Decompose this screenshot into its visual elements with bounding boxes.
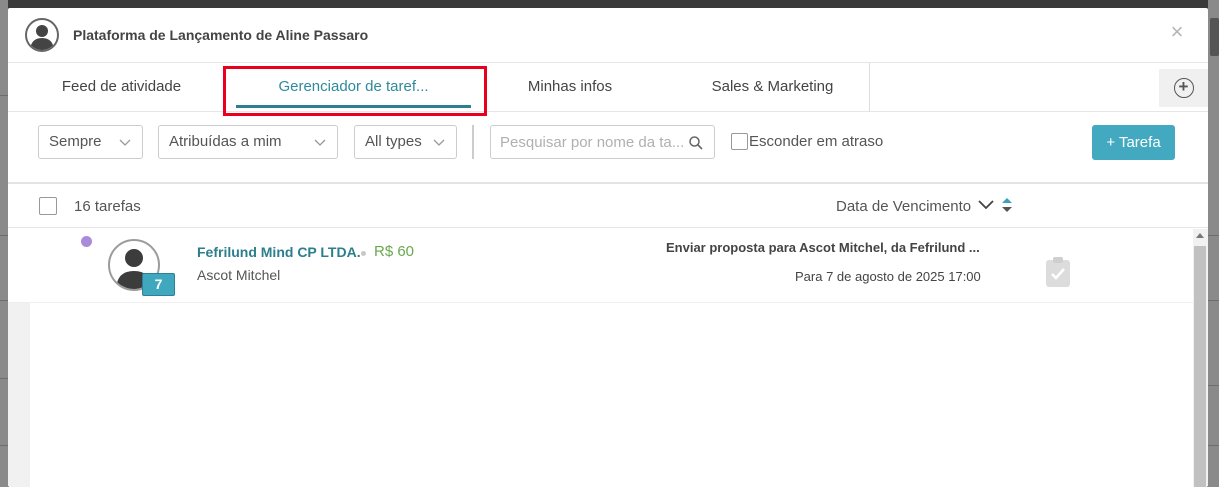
due-date: Para 7 de agosto de 2025 17:00 [795, 269, 981, 284]
search-input[interactable] [500, 126, 685, 158]
assignee-select[interactable]: Atribuídas a mim [158, 125, 338, 159]
tab-my-info[interactable]: Minhas infos [497, 63, 643, 112]
hide-overdue-label: Esconder em atraso [749, 133, 884, 150]
sort-arrows-icon[interactable] [1001, 196, 1013, 214]
tab-sales-marketing[interactable]: Sales & Marketing [689, 63, 856, 112]
tab-label: Minhas infos [527, 78, 613, 95]
tab-bar: Feed de atividade Gerenciador de taref..… [8, 62, 1208, 112]
scroll-up-icon[interactable] [1196, 233, 1204, 238]
period-value: Sempre [49, 133, 102, 150]
chevron-down-icon [119, 139, 131, 146]
tab-label: Gerenciador de taref... [278, 78, 429, 95]
user-avatar-icon [25, 18, 59, 52]
status-dot [81, 236, 92, 247]
tab-label: Feed de atividade [61, 78, 182, 95]
close-icon[interactable]: × [1167, 21, 1187, 43]
type-value: All types [365, 133, 422, 150]
select-all-checkbox[interactable] [39, 197, 57, 215]
deal-value: R$ 60 [374, 243, 415, 260]
task-count-badge: 7 [142, 273, 175, 296]
scrollbar-thumb[interactable] [1194, 246, 1206, 487]
list-gutter [8, 303, 30, 487]
active-tab-indicator [236, 105, 471, 108]
type-select[interactable]: All types [354, 125, 457, 159]
tab-divider [869, 63, 870, 112]
tab-activity-feed[interactable]: Feed de atividade [35, 63, 208, 112]
add-task-button[interactable]: + Tarefa [1092, 125, 1175, 160]
list-scrollbar[interactable] [1193, 229, 1208, 487]
clipboard-check-icon[interactable] [1045, 256, 1071, 288]
background-page-left [0, 0, 8, 487]
hide-overdue-toggle[interactable]: Esconder em atraso [731, 133, 883, 150]
launchpad-modal: Plataforma de Lançamento de Aline Passar… [8, 8, 1208, 487]
background-page-right [1208, 0, 1219, 487]
task-row[interactable]: 7 Fefrilund Mind CP LTDA. R$ 60 Ascot Mi… [8, 229, 1193, 303]
chevron-down-icon [433, 139, 445, 146]
modal-header: Plataforma de Lançamento de Aline Passar… [8, 8, 1208, 62]
tab-task-manager[interactable]: Gerenciador de taref... [236, 63, 471, 112]
background-overlay-top [8, 0, 1208, 8]
modal-title: Plataforma de Lançamento de Aline Passar… [73, 27, 369, 43]
toolbar-divider [472, 125, 474, 159]
task-count: 16 tarefas [74, 198, 141, 215]
plus-icon: + [1173, 78, 1194, 98]
task-list-header: 16 tarefas Data de Vencimento [8, 184, 1208, 228]
period-select[interactable]: Sempre [38, 125, 143, 159]
contact-name[interactable]: Ascot Mitchel [197, 267, 280, 283]
chevron-down-icon [314, 139, 326, 146]
sort-label[interactable]: Data de Vencimento [836, 198, 971, 215]
task-title[interactable]: Enviar proposta para Ascot Mitchel, da F… [666, 240, 996, 255]
task-search [490, 125, 715, 159]
organization-link[interactable]: Fefrilund Mind CP LTDA. [197, 244, 361, 260]
assignee-value: Atribuídas a mim [169, 133, 282, 150]
hide-overdue-checkbox[interactable] [731, 133, 748, 150]
add-tab-button[interactable]: + [1159, 69, 1208, 107]
separator-dot [361, 251, 366, 256]
chevron-down-icon[interactable] [977, 198, 995, 212]
tab-label: Sales & Marketing [711, 78, 834, 95]
filter-toolbar: Sempre Atribuídas a mim All types Escond… [8, 112, 1208, 184]
search-icon[interactable] [688, 135, 704, 151]
